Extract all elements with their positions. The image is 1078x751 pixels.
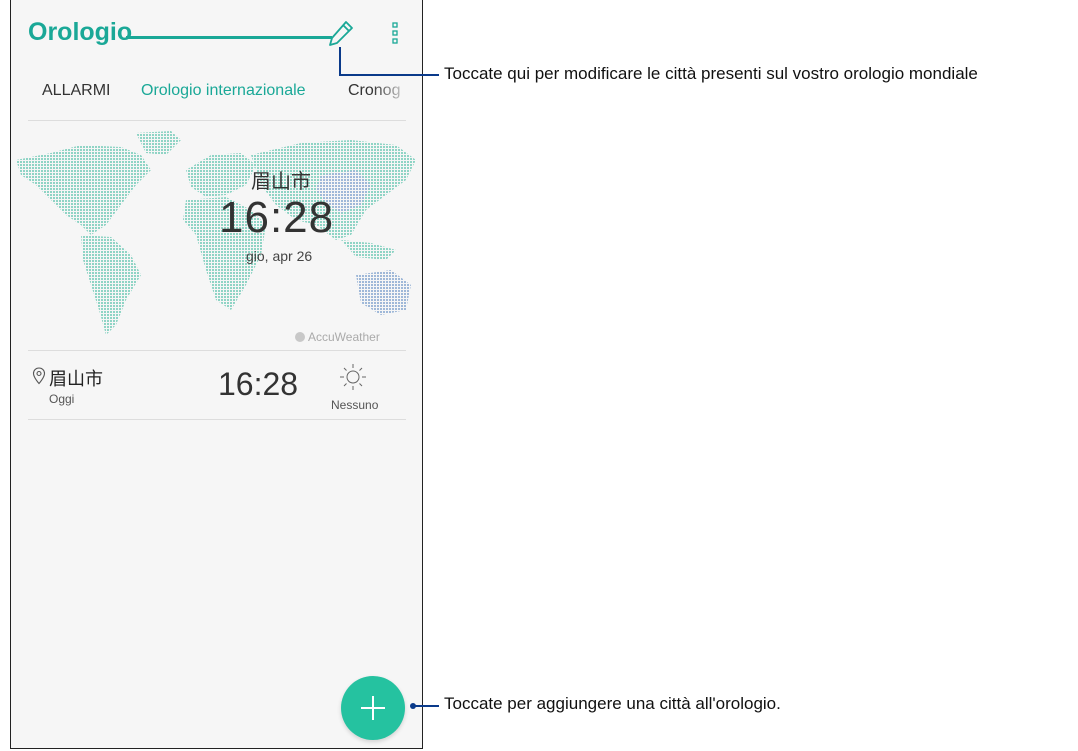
accuweather-logo: AccuWeather [295,330,380,344]
city-list-item[interactable]: 眉山市 Oggi 16:28 Nessuno [28,355,406,417]
tab-overflow-fade [372,78,422,108]
tab-allarmi[interactable]: ALLARMI [42,82,110,100]
city-time: 16:28 [218,366,299,402]
tab-bar: ALLARMI Orologio internazionale Cronog [28,82,422,120]
phone-screen: Orologio ALLARMI Orologio internazionale… [10,0,423,749]
map-divider [28,350,406,351]
sun-icon [340,364,366,390]
world-map: 眉山市 16:28 gio, apr 26 AccuWeather [11,125,422,350]
city-name: 眉山市 [49,369,103,389]
add-callout-text: Toccate per aggiungere una città all'oro… [444,694,781,713]
city-day: Oggi [49,392,75,406]
pencil-icon [329,21,353,46]
tab-orologio-internazionale[interactable]: Orologio internazionale [141,82,306,100]
row-divider [28,419,406,420]
edit-callout-line [339,74,439,76]
app-bar: Orologio [11,0,422,70]
edit-callout-connector [339,47,341,76]
app-title: Orologio [28,18,133,46]
city-weather: Nessuno [331,398,379,412]
more-vert-icon [392,22,398,44]
map-city-name: 眉山市 [251,171,311,193]
overflow-menu-button[interactable] [389,20,401,48]
add-callout-line [413,705,439,707]
add-city-button[interactable] [341,676,405,740]
location-pin-icon [32,367,46,385]
edit-cities-button[interactable] [326,18,356,48]
world-map-dots [16,131,416,335]
tabs-divider [28,120,406,121]
accuweather-icon [295,332,305,342]
map-date: gio, apr 26 [246,248,313,264]
accuweather-label: AccuWeather [308,330,380,344]
edit-callout-text: Toccate qui per modificare le città pres… [444,64,978,83]
active-tab-indicator [126,36,332,39]
map-time: 16:28 [219,193,335,242]
